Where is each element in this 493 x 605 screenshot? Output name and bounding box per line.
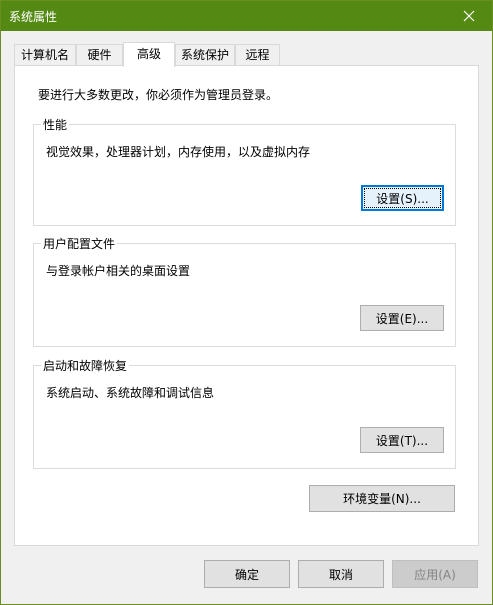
performance-group: 性能 视觉效果，处理器计划，内存使用，以及虚拟内存 设置(S)... <box>33 116 456 226</box>
title-bar[interactable]: 系统属性 <box>1 1 492 31</box>
window-title: 系统属性 <box>9 10 58 24</box>
performance-settings-button[interactable]: 设置(S)... <box>361 185 444 211</box>
tab-computer-name[interactable]: 计算机名 <box>14 44 76 65</box>
performance-title: 性能 <box>41 116 70 133</box>
close-icon <box>463 10 475 22</box>
ok-button[interactable]: 确定 <box>204 560 290 588</box>
cancel-button[interactable]: 取消 <box>298 560 384 588</box>
close-button[interactable] <box>446 1 492 31</box>
user-profiles-settings-button[interactable]: 设置(E)... <box>360 305 444 331</box>
startup-recovery-group: 启动和故障恢复 系统启动、系统故障和调试信息 设置(T)... <box>33 357 456 469</box>
apply-button[interactable]: 应用(A) <box>392 560 478 588</box>
user-profiles-description: 与登录帐户相关的桌面设置 <box>46 264 191 278</box>
tab-hardware[interactable]: 硬件 <box>76 44 123 65</box>
advanced-tab-panel: 要进行大多数更改，你必须作为管理员登录。 性能 视觉效果，处理器计划，内存使用，… <box>14 65 479 546</box>
startup-recovery-description: 系统启动、系统故障和调试信息 <box>46 386 215 400</box>
system-properties-dialog: 系统属性 计算机名 硬件 高级 系统保护 远程 要进行大多数更改，你必须作为管理… <box>0 0 493 605</box>
user-profiles-title: 用户配置文件 <box>41 235 118 252</box>
tab-remote[interactable]: 远程 <box>235 44 280 65</box>
tab-advanced[interactable]: 高级 <box>123 42 175 67</box>
user-profiles-group: 用户配置文件 与登录帐户相关的桌面设置 设置(E)... <box>33 235 456 347</box>
startup-recovery-title: 启动和故障恢复 <box>41 357 130 374</box>
performance-description: 视觉效果，处理器计划，内存使用，以及虚拟内存 <box>46 145 311 159</box>
startup-recovery-settings-button[interactable]: 设置(T)... <box>360 427 444 453</box>
admin-notice: 要进行大多数更改，你必须作为管理员登录。 <box>38 88 279 102</box>
environment-variables-button[interactable]: 环境变量(N)... <box>309 485 455 512</box>
tab-system-protection[interactable]: 系统保护 <box>175 44 235 65</box>
